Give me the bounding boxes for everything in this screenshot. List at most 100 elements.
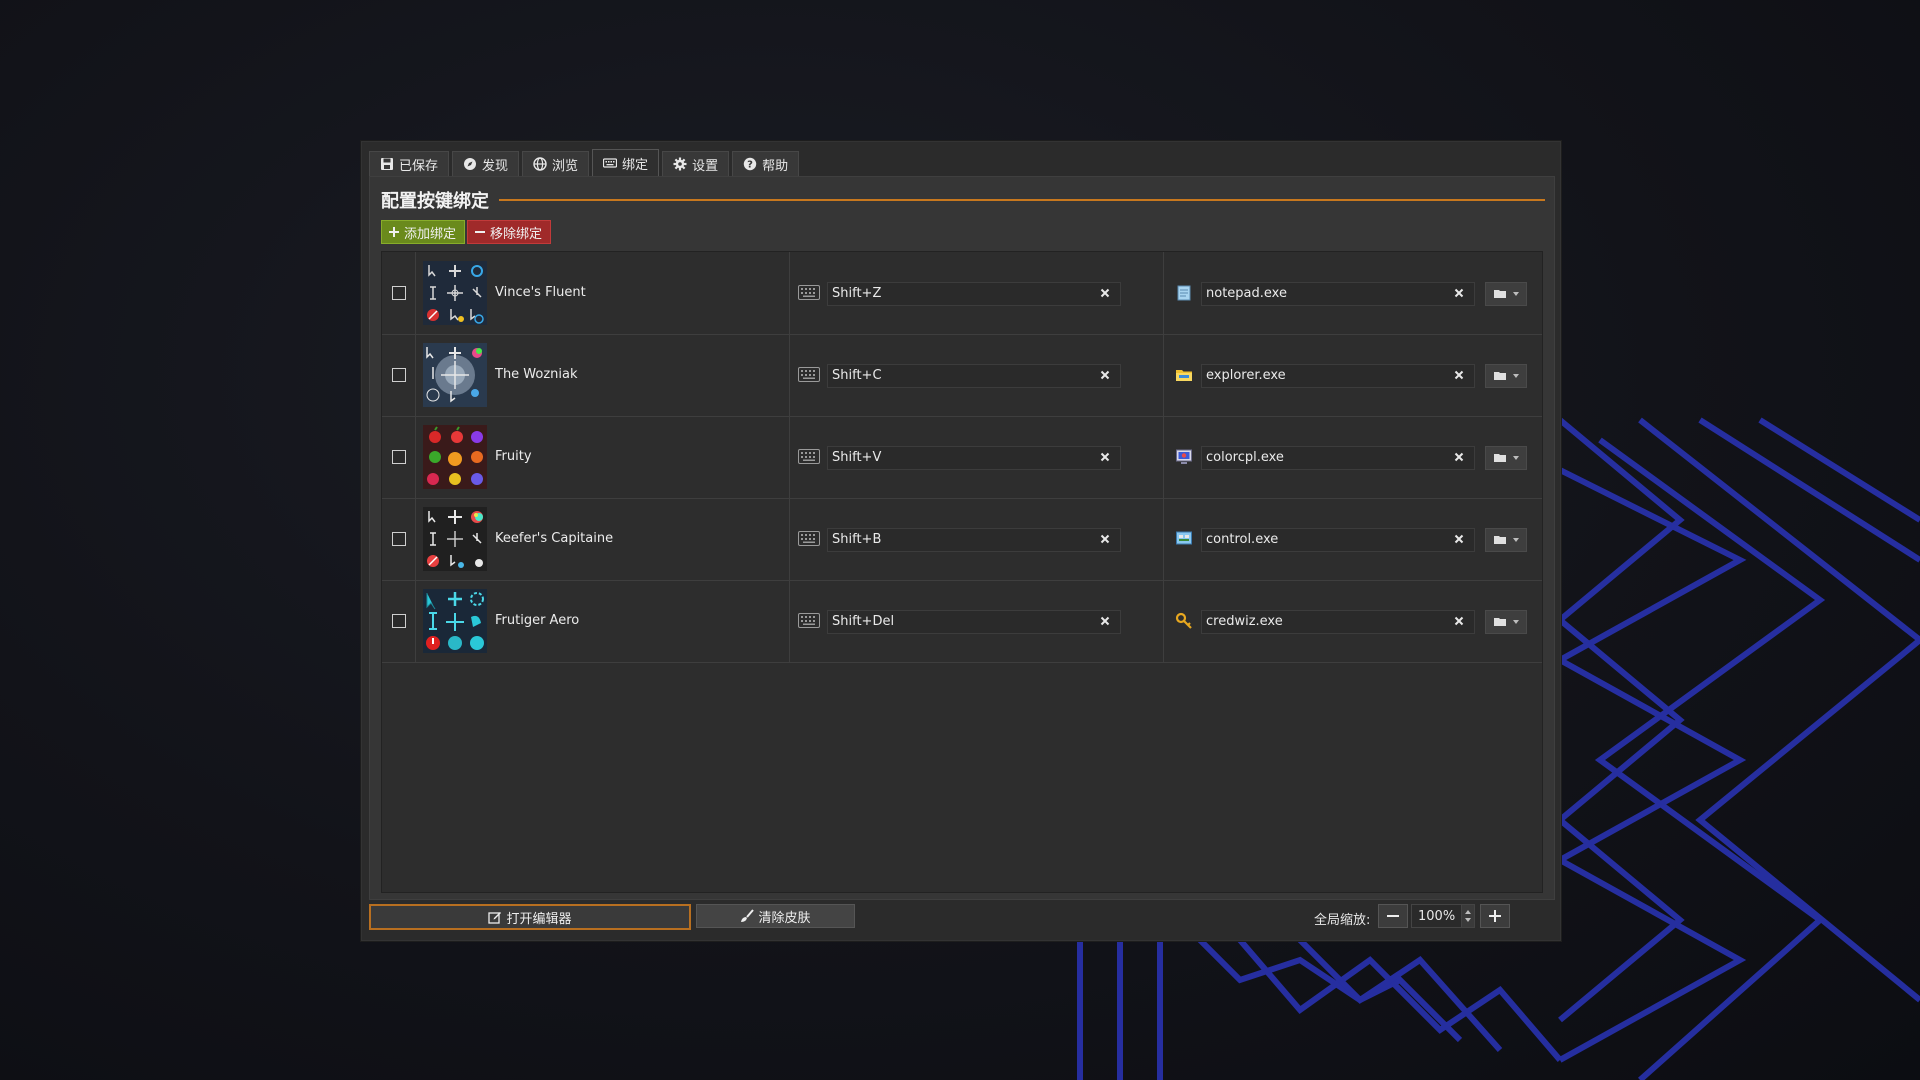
clear-process-icon[interactable] <box>1452 614 1466 628</box>
process-value: control.exe <box>1206 532 1279 547</box>
remove-binding-button[interactable]: 移除绑定 <box>467 220 552 244</box>
open-editor-label: 打开编辑器 <box>506 911 572 927</box>
globe-icon <box>533 157 547 171</box>
binding-row: Vince's Fluent Shift+Z notepad.exe <box>382 252 1542 335</box>
browse-process-dropdown[interactable] <box>1485 446 1527 470</box>
keyboard-icon <box>798 367 820 382</box>
compass-icon <box>464 158 477 170</box>
clear-skin-button[interactable]: 清除皮肤 <box>696 904 855 928</box>
browse-process-dropdown[interactable] <box>1485 364 1527 388</box>
clear-process-icon[interactable] <box>1452 368 1466 382</box>
zoom-out-button[interactable] <box>1378 904 1408 928</box>
row-checkbox[interactable] <box>392 532 406 546</box>
hotkey-cell: Shift+V <box>789 416 1164 498</box>
chevron-down-icon <box>1513 456 1519 460</box>
spinner-arrows-icon <box>1465 910 1471 922</box>
clear-skin-label: 清除皮肤 <box>758 910 811 926</box>
tab-bindings[interactable]: 绑定 <box>592 149 660 176</box>
process-value: notepad.exe <box>1206 286 1287 301</box>
zoom-in-button[interactable] <box>1480 904 1510 928</box>
browse-process-dropdown[interactable] <box>1485 610 1527 634</box>
clear-hotkey-icon[interactable] <box>1098 532 1112 546</box>
binding-row: Fruity Shift+V colorcpl.exe <box>382 416 1542 499</box>
skin-thumbnail <box>423 425 487 489</box>
tab-label: 发现 <box>482 158 509 174</box>
hotkey-field[interactable]: Shift+C <box>827 364 1121 388</box>
open-editor-button[interactable]: 打开编辑器 <box>369 904 691 930</box>
process-field[interactable]: credwiz.exe <box>1201 610 1475 634</box>
folder-open-icon <box>1494 454 1506 462</box>
clear-hotkey-icon[interactable] <box>1098 286 1112 300</box>
add-binding-label: 添加绑定 <box>404 226 457 242</box>
skin-thumbnail <box>423 507 487 571</box>
tab-browse[interactable]: 浏览 <box>522 151 590 176</box>
row-checkbox[interactable] <box>392 614 406 628</box>
skin-cell: Keefer's Capitaine <box>415 498 790 580</box>
clear-process-icon[interactable] <box>1452 532 1466 546</box>
clear-hotkey-icon[interactable] <box>1098 450 1112 464</box>
tab-help[interactable]: ? 帮助 <box>732 151 800 176</box>
process-field[interactable]: colorcpl.exe <box>1201 446 1475 470</box>
bindings-list: Vince's Fluent Shift+Z notepad.exe The W… <box>381 251 1543 893</box>
process-value: credwiz.exe <box>1206 614 1283 629</box>
hotkey-value: Shift+Z <box>832 286 882 301</box>
row-select-cell <box>382 334 416 416</box>
clear-hotkey-icon[interactable] <box>1098 368 1112 382</box>
hotkey-cell: Shift+C <box>789 334 1164 416</box>
zoom-input[interactable]: 100% <box>1411 904 1475 928</box>
clear-process-icon[interactable] <box>1452 450 1466 464</box>
process-cell: explorer.exe <box>1163 334 1542 416</box>
row-checkbox[interactable] <box>392 286 406 300</box>
hotkey-field[interactable]: Shift+V <box>827 446 1121 470</box>
row-select-cell <box>382 252 416 334</box>
notepad-icon <box>1177 285 1191 301</box>
hotkey-value: Shift+B <box>832 532 882 547</box>
process-field[interactable]: control.exe <box>1201 528 1475 552</box>
skin-thumbnail <box>423 261 487 325</box>
keyboard-icon <box>798 613 820 628</box>
tab-saved[interactable]: 已保存 <box>369 151 450 176</box>
skin-name: Keefer's Capitaine <box>495 531 614 546</box>
browse-process-dropdown[interactable] <box>1485 528 1527 552</box>
hotkey-value: Shift+C <box>832 368 882 383</box>
row-select-cell <box>382 498 416 580</box>
add-binding-button[interactable]: 添加绑定 <box>381 220 466 244</box>
row-checkbox[interactable] <box>392 368 406 382</box>
section-heading: 配置按键绑定 <box>381 187 1545 213</box>
clear-process-icon[interactable] <box>1452 286 1466 300</box>
tab-label: 设置 <box>692 158 719 174</box>
folder-open-icon <box>1494 536 1506 544</box>
tab-discover[interactable]: 发现 <box>452 151 520 176</box>
folder-open-icon <box>1494 290 1506 298</box>
hotkey-cell: Shift+Del <box>789 580 1164 662</box>
plus-icon <box>1489 910 1501 922</box>
process-field[interactable]: notepad.exe <box>1201 282 1475 306</box>
zoom-value: 100% <box>1418 909 1456 924</box>
row-select-cell <box>382 416 416 498</box>
hotkey-field[interactable]: Shift+B <box>827 528 1121 552</box>
zoom-spinner[interactable] <box>1461 905 1474 927</box>
process-cell: notepad.exe <box>1163 252 1542 334</box>
row-select-cell <box>382 580 416 662</box>
minus-icon <box>475 231 485 233</box>
hotkey-cell: Shift+B <box>789 498 1164 580</box>
skin-name: Fruity <box>495 449 532 464</box>
tab-settings[interactable]: 设置 <box>662 151 730 176</box>
hotkey-field[interactable]: Shift+Del <box>827 610 1121 634</box>
skin-thumbnail <box>423 589 487 653</box>
hotkey-value: Shift+V <box>832 450 882 465</box>
folder-open-icon <box>1494 618 1506 626</box>
key-icon <box>1175 612 1192 629</box>
clear-hotkey-icon[interactable] <box>1098 614 1112 628</box>
row-checkbox[interactable] <box>392 450 406 464</box>
skin-cell: Frutiger Aero <box>415 580 790 662</box>
global-zoom-label: 全局缩放: <box>1314 913 1371 928</box>
binding-row: The Wozniak Shift+C explorer.exe <box>382 334 1542 417</box>
process-value: colorcpl.exe <box>1206 450 1284 465</box>
process-field[interactable]: explorer.exe <box>1201 364 1475 388</box>
keyboard-icon <box>603 158 618 168</box>
browse-process-dropdown[interactable] <box>1485 282 1527 306</box>
skin-cell: Fruity <box>415 416 790 498</box>
chevron-down-icon <box>1513 374 1519 378</box>
hotkey-field[interactable]: Shift+Z <box>827 282 1121 306</box>
